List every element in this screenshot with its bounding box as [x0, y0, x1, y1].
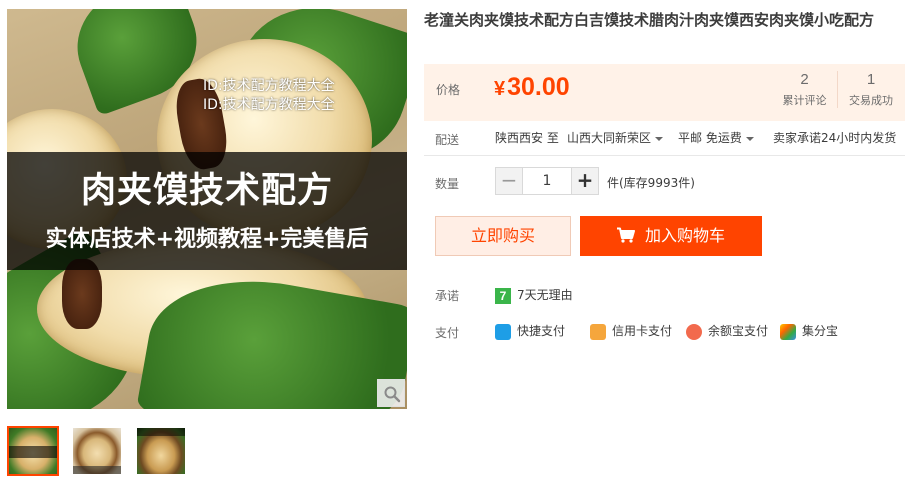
image-watermark: ID:技术配方教程大全 — [203, 78, 335, 94]
price-panel: 价格 ¥30.00 2 累计评论 1 交易成功 — [424, 64, 905, 121]
alipay-quick-icon — [495, 323, 511, 340]
price-number: 30.00 — [507, 73, 570, 101]
price-label: 价格 — [436, 83, 461, 97]
quantity-label: 数量 — [435, 177, 460, 191]
jifenbao-icon — [780, 323, 796, 340]
divider — [424, 155, 905, 156]
shipping-destination: 山西大同新荣区 — [567, 131, 652, 145]
shipping-method: 平邮 免运费 — [678, 131, 742, 145]
thumbnail-1[interactable] — [7, 426, 59, 476]
shipping-method-select[interactable]: 平邮 免运费 — [678, 129, 754, 147]
payment-method[interactable]: 余额宝支付 — [686, 322, 768, 340]
promise-item[interactable]: 7 7天无理由 — [495, 286, 573, 304]
banner-title: 肉夹馍技术配方 — [80, 171, 333, 211]
add-to-cart-button[interactable]: 加入购物车 — [580, 216, 762, 256]
yuebao-icon — [686, 323, 702, 340]
deals-count: 1 — [866, 71, 876, 88]
payment-method[interactable]: 集分宝 — [780, 322, 838, 340]
promise-text: 7天无理由 — [517, 288, 573, 302]
payment-label: 支付 — [435, 326, 460, 340]
payment-method[interactable]: 快捷支付 — [495, 322, 565, 340]
chevron-down-icon — [745, 136, 754, 141]
banner-subtitle: 实体店技术+视频教程+完美售后 — [45, 227, 369, 252]
shipping-label: 配送 — [435, 133, 460, 147]
chevron-down-icon — [655, 136, 664, 141]
quantity-decrease-button[interactable]: − — [495, 167, 523, 195]
reviews-label: 累计评论 — [782, 94, 827, 107]
quantity-input[interactable]: 1 — [522, 167, 572, 195]
image-banner: 肉夹馍技术配方 实体店技术+视频教程+完美售后 — [7, 152, 407, 270]
shipping-promise: 卖家承诺24小时内发货 — [773, 131, 897, 145]
credit-card-icon — [590, 323, 606, 340]
deals-stat[interactable]: 1 交易成功 — [838, 71, 904, 108]
price-value: ¥30.00 — [494, 73, 570, 102]
main-product-image[interactable]: ID:技术配方教程大全 ID:技术配方教程大全 肉夹馍技术配方 实体店技术+视频… — [7, 9, 407, 409]
seven-day-return-icon: 7 — [495, 287, 511, 304]
magnifier-icon — [384, 386, 401, 403]
reviews-stat[interactable]: 2 累计评论 — [772, 71, 838, 108]
shipping-from: 陕西西安 至 — [495, 131, 559, 145]
product-title: 老潼关肉夹馍技术配方白吉馍技术腊肉汁肉夹馍西安肉夹馍小吃配方 — [424, 11, 875, 29]
zoom-button[interactable] — [377, 379, 405, 407]
payment-method-label: 快捷支付 — [517, 324, 566, 338]
thumbnail-3[interactable] — [135, 426, 187, 476]
cart-icon — [616, 227, 635, 243]
payment-method-label: 信用卡支付 — [612, 324, 673, 338]
thumbnail-2[interactable] — [71, 426, 123, 476]
promise-label: 承诺 — [435, 289, 460, 303]
currency-symbol: ¥ — [494, 78, 506, 100]
stock-info: 件(库存9993件) — [607, 176, 695, 190]
quantity-increase-button[interactable]: + — [571, 167, 599, 195]
payment-method-label: 余额宝支付 — [708, 324, 769, 338]
payment-method-label: 集分宝 — [802, 324, 839, 338]
buy-now-button[interactable]: 立即购买 — [435, 216, 571, 256]
reviews-count: 2 — [800, 71, 809, 88]
deals-label: 交易成功 — [849, 94, 893, 107]
add-to-cart-label: 加入购物车 — [644, 226, 725, 245]
image-watermark: ID:技术配方教程大全 — [203, 97, 335, 113]
payment-method[interactable]: 信用卡支付 — [590, 322, 672, 340]
shipping-destination-select[interactable]: 山西大同新荣区 — [567, 129, 664, 147]
